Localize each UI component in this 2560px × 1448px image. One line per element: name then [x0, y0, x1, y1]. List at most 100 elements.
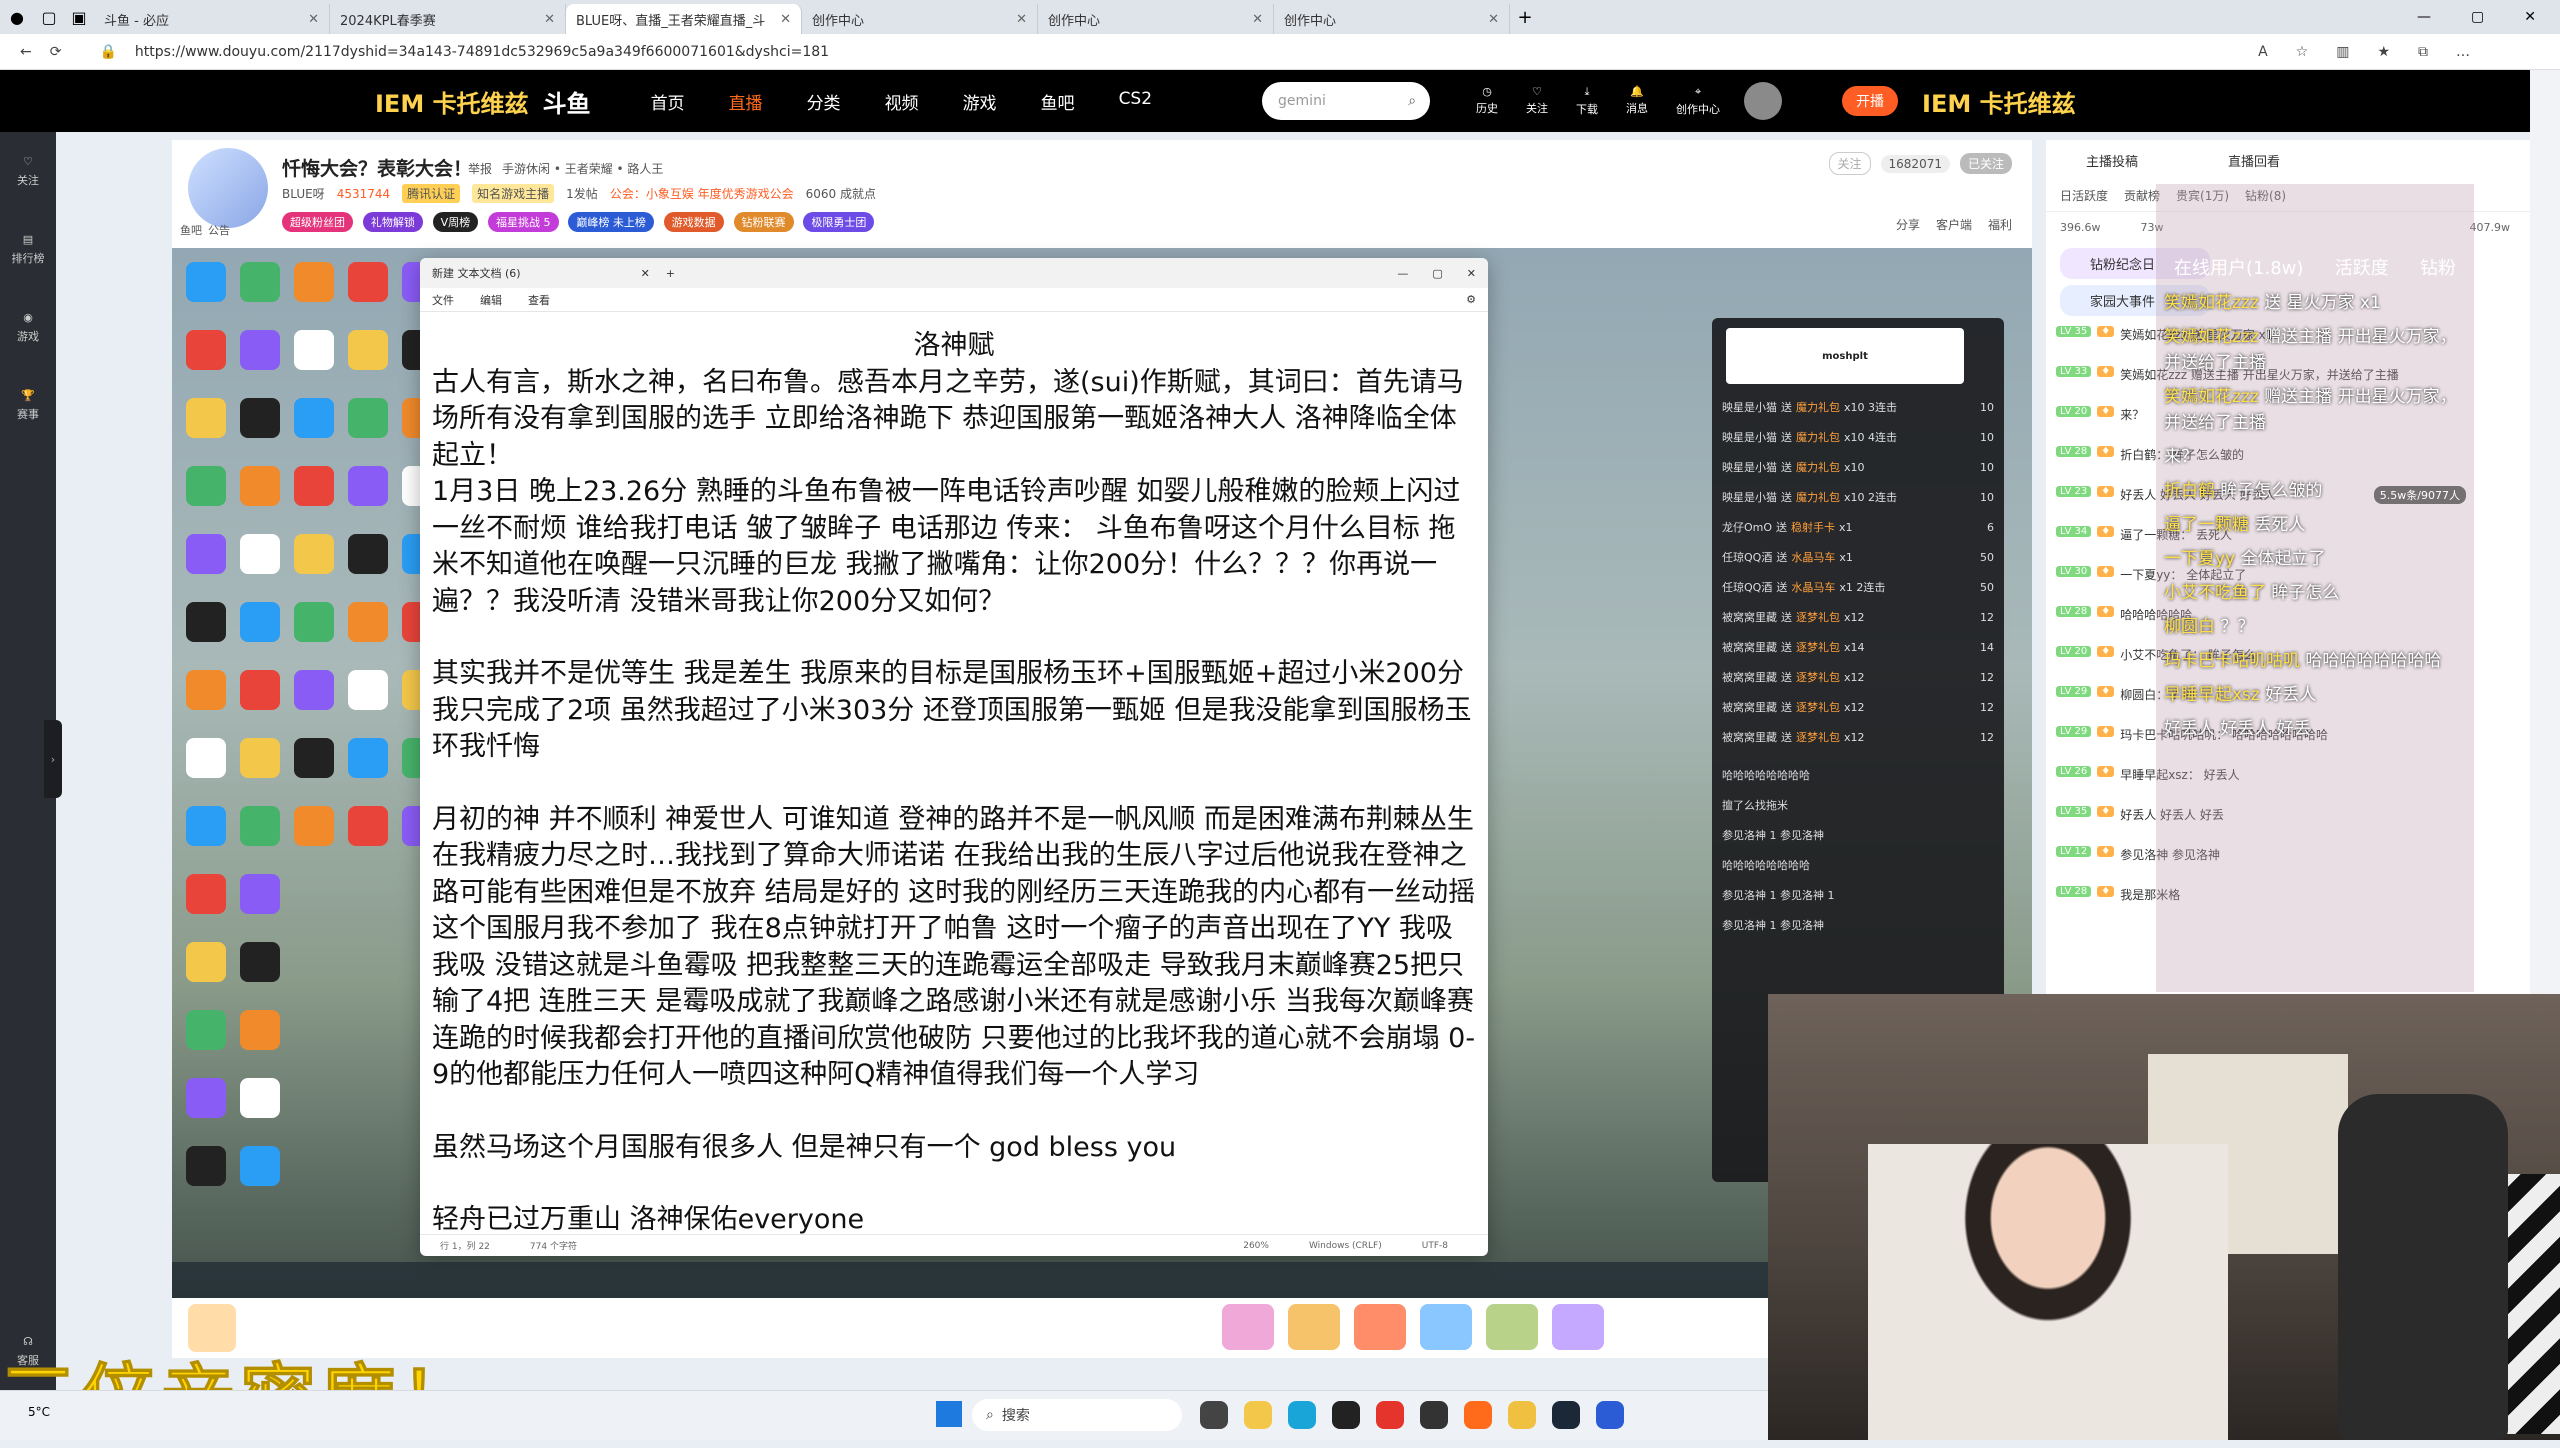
gift-fight-icon[interactable] — [1486, 1304, 1538, 1350]
close-icon[interactable]: ✕ — [308, 12, 319, 27]
sidebar-item-event[interactable]: 🏆 赛事 — [0, 366, 56, 444]
pill-gamedata[interactable]: 游戏数据 — [663, 212, 724, 232]
gift-dream-icon[interactable] — [1222, 1304, 1274, 1350]
online-users[interactable]: 在线用户(1.8w) — [2174, 254, 2303, 280]
steam-icon[interactable] — [1552, 1401, 1580, 1429]
tab-creator-3[interactable]: 创作中心 ✕ — [1274, 4, 1510, 34]
taskview-icon[interactable] — [1200, 1401, 1228, 1429]
search-icon[interactable]: ⌕ — [1408, 93, 1416, 109]
activity-tab[interactable]: 活跃度 — [2335, 254, 2389, 280]
close-icon[interactable]: ✕ — [780, 12, 791, 27]
client-button[interactable]: 客户端 — [1936, 216, 1972, 233]
maximize-icon[interactable]: ▢ — [2471, 9, 2484, 25]
guild-notice[interactable]: 公会：小象互娱 年度优秀游戏公会 — [610, 185, 794, 202]
tab-douyu[interactable]: BLUE呀、直播_王者荣耀直播_斗 ✕ — [566, 4, 802, 34]
terminal-icon[interactable] — [1332, 1401, 1360, 1429]
edge-icon[interactable] — [1288, 1401, 1316, 1429]
browser-profile-icon[interactable]: ● — [0, 0, 34, 34]
sidebar-collapse-handle[interactable]: › — [44, 720, 62, 798]
gift-danmu-icon[interactable] — [1552, 1304, 1604, 1350]
workspaces-icon[interactable]: ▢ — [34, 8, 64, 27]
gift-fans-icon[interactable] — [1288, 1304, 1340, 1350]
app2-icon[interactable] — [1420, 1401, 1448, 1429]
pill-vweek[interactable]: V周榜 — [432, 212, 479, 232]
tab-creator-2[interactable]: 创作中心 ✕ — [1038, 4, 1274, 34]
app3-icon[interactable] — [1508, 1401, 1536, 1429]
pill-fans[interactable]: 超级粉丝团 — [282, 212, 353, 232]
yuba-tag[interactable]: 鱼吧 — [180, 222, 202, 238]
pill-warrior[interactable]: 极限勇士团 — [803, 212, 875, 232]
streamer-avatar[interactable] — [188, 148, 268, 228]
sidebar-item-rank[interactable]: ▤ 排行榜 — [0, 210, 56, 288]
url-field[interactable]: https://www.douyu.com/2117dyshid=34a143-… — [135, 44, 829, 60]
pill-gift[interactable]: 礼物解锁 — [362, 212, 423, 232]
start-icon[interactable] — [936, 1401, 962, 1427]
history-button[interactable]: ◷ 历史 — [1476, 85, 1498, 117]
sidebar-item-game[interactable]: ◉ 游戏 — [0, 288, 56, 366]
follow-button[interactable]: 关注 — [1828, 152, 1871, 175]
message-button[interactable]: 🔔 消息 — [1626, 85, 1648, 117]
nav-category[interactable]: 分类 — [807, 89, 841, 114]
explorer-icon[interactable] — [1244, 1401, 1272, 1429]
close-icon[interactable]: ✕ — [1016, 12, 1027, 27]
pill-luck[interactable]: 福星挑战 5 — [488, 212, 559, 232]
close-icon[interactable]: ✕ — [1488, 12, 1499, 27]
split-icon[interactable]: ▥ — [2336, 44, 2349, 60]
douyu-logo[interactable]: 斗鱼 — [543, 84, 591, 119]
room-category[interactable]: 手游休闲 • 王者荣耀 • 路人王 — [502, 160, 663, 177]
tab-active[interactable]: 日活跃度 — [2060, 187, 2108, 204]
back-icon[interactable]: ← — [20, 44, 32, 60]
close-window-icon[interactable]: ✕ — [2524, 9, 2536, 25]
favorites-icon[interactable]: ★ — [2377, 44, 2390, 60]
nav-video[interactable]: 视频 — [885, 89, 919, 114]
nav-live[interactable]: 直播 — [729, 89, 763, 114]
user-avatar[interactable] — [1744, 82, 1783, 120]
nav-cs2[interactable]: CS2 — [1119, 89, 1152, 114]
pill-league[interactable]: 钻粉联赛 — [733, 212, 794, 232]
open-live-button[interactable]: 开播 — [1842, 86, 1899, 116]
desktop-app-icon — [186, 1010, 226, 1050]
pill-peak[interactable]: 巅峰榜 未上榜 — [568, 212, 654, 232]
streamer-posts-link[interactable]: 主播投稿 — [2086, 151, 2138, 170]
word-icon[interactable] — [1596, 1401, 1624, 1429]
diamond-tab[interactable]: 钻粉 — [2420, 254, 2456, 280]
tab-bing[interactable]: 斗鱼 - 必应 ✕ — [94, 4, 330, 34]
refresh-icon[interactable]: ⟳ — [50, 44, 62, 60]
more-icon[interactable]: … — [2456, 44, 2470, 60]
promo-banner-right[interactable]: IEM 卡托维兹 — [1922, 84, 2076, 119]
streamer-name[interactable]: BLUE呀 — [282, 185, 325, 202]
search-input[interactable]: gemini ⌕ — [1262, 82, 1431, 120]
creator-center-button[interactable]: ⌖ 创作中心 — [1676, 85, 1720, 117]
read-aloud-icon[interactable]: A — [2258, 44, 2268, 60]
gift-card-icon[interactable] — [1354, 1304, 1406, 1350]
weather-widget[interactable]: 5°C — [28, 1405, 50, 1419]
followed-button[interactable]: 已关注 — [1959, 153, 2012, 174]
share-button[interactable]: 分享 — [1896, 216, 1920, 233]
minimize-icon[interactable]: — — [2417, 9, 2431, 25]
welfare-button[interactable]: 福利 — [1988, 216, 2012, 233]
nav-yuba[interactable]: 鱼吧 — [1041, 89, 1075, 114]
favorite-icon[interactable]: ☆ — [2296, 44, 2309, 60]
follow-button[interactable]: ♡ 关注 — [1526, 85, 1548, 117]
tab-kpl[interactable]: 2024KPL春季赛 ✕ — [330, 4, 566, 34]
nav-game[interactable]: 游戏 — [963, 89, 997, 114]
download-button[interactable]: ⤓ 下载 — [1576, 85, 1598, 117]
report-link[interactable]: 举报 — [468, 160, 492, 177]
tab-creator-1[interactable]: 创作中心 ✕ — [802, 4, 1038, 34]
new-tab-button[interactable]: + — [1510, 7, 1540, 28]
sidebar-item-follow[interactable]: ♡ 关注 — [0, 132, 56, 210]
promo-banner[interactable]: IEM 卡托维兹 — [375, 84, 529, 119]
close-icon[interactable]: ✕ — [1252, 12, 1263, 27]
taskbar-search[interactable]: ⌕ 搜索 — [972, 1399, 1182, 1431]
gift-sea-icon[interactable] — [1420, 1304, 1472, 1350]
gift-name: 逐梦礼包 — [1796, 701, 1840, 714]
douyu-icon[interactable] — [1464, 1401, 1492, 1429]
app-icon[interactable] — [1376, 1401, 1404, 1429]
collections-icon[interactable]: ⧉ — [2418, 44, 2428, 60]
close-icon[interactable]: ✕ — [544, 12, 555, 27]
nav-home[interactable]: 首页 — [651, 89, 685, 114]
tab-actions-icon[interactable]: ▣ — [64, 8, 94, 27]
notice-tag[interactable]: 公告 — [208, 222, 230, 238]
tab-contribution[interactable]: 贡献榜 — [2124, 187, 2160, 204]
replay-link[interactable]: 直播回看 — [2228, 151, 2280, 170]
